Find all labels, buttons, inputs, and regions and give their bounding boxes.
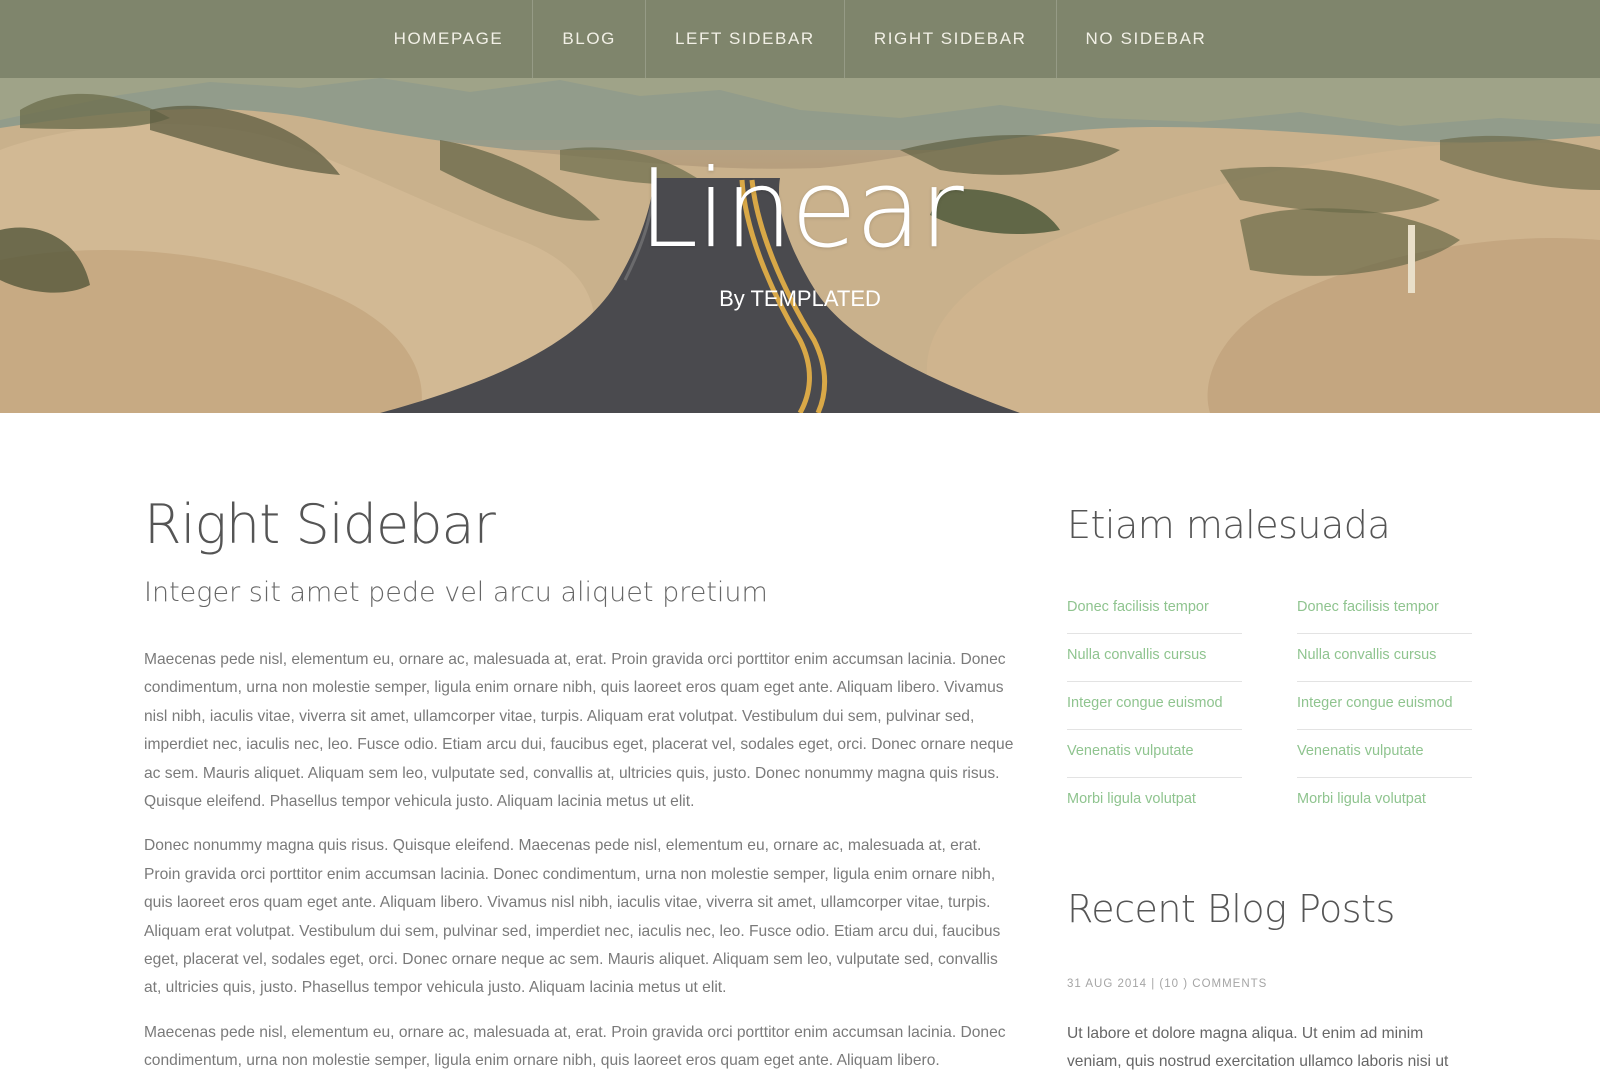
article-body: Maecenas pede nisl, elementum eu, ornare… [144, 646, 1014, 1076]
recent-posts-heading: Recent Blog Posts [1067, 887, 1395, 931]
nav-blog[interactable]: BLOG [533, 0, 646, 78]
page-subtitle: Integer sit amet pede vel arcu aliquet p… [144, 577, 768, 608]
site-title: Linear [638, 147, 964, 272]
sidebar-link[interactable]: Donec facilisis tempor [1067, 586, 1242, 634]
page-title: Right Sidebar [144, 493, 496, 556]
paragraph-1: Maecenas pede nisl, elementum eu, ornare… [144, 651, 1014, 811]
sidebar-link[interactable]: Venenatis vulputate [1067, 730, 1242, 778]
paragraph-2: Donec nonummy magna quis risus. Quisque … [144, 837, 1001, 997]
post-excerpt: Ut labore et dolore magna aliqua. Ut eni… [1067, 1025, 1449, 1070]
sidebar-link-column-2: Donec facilisis tempor Nulla convallis c… [1297, 586, 1472, 826]
site-byline: By TEMPLATED [719, 286, 881, 311]
nav-no-sidebar[interactable]: NO SIDEBAR [1057, 0, 1236, 78]
sidebar-link[interactable]: Donec facilisis tempor [1297, 586, 1472, 634]
nav-left-sidebar[interactable]: LEFT SIDEBAR [646, 0, 845, 78]
right-sidebar: Etiam malesuada Donec facilisis tempor N… [1067, 490, 1472, 1076]
hero-banner: HOMEPAGE BLOG LEFT SIDEBAR RIGHT SIDEBAR… [0, 0, 1600, 413]
sidebar-link[interactable]: Integer congue euismod [1067, 682, 1242, 730]
main-nav: HOMEPAGE BLOG LEFT SIDEBAR RIGHT SIDEBAR… [0, 0, 1600, 78]
sidebar-link[interactable]: Nulla convallis cursus [1297, 634, 1472, 682]
nav-homepage[interactable]: HOMEPAGE [365, 0, 534, 78]
sidebar-link[interactable]: Integer congue euismod [1297, 682, 1472, 730]
sidebar-link[interactable]: Venenatis vulputate [1297, 730, 1472, 778]
sidebar-link-column-1: Donec facilisis tempor Nulla convallis c… [1067, 586, 1242, 826]
post-meta: 31 AUG 2014 | (10 ) COMMENTS [1067, 978, 1268, 990]
paragraph-3: Maecenas pede nisl, elementum eu, ornare… [144, 1023, 1006, 1070]
sidebar-link[interactable]: Morbi ligula volutpat [1297, 778, 1472, 826]
main-content: Right Sidebar Integer sit amet pede vel … [144, 490, 1014, 1080]
sidebar-heading: Etiam malesuada [1067, 503, 1391, 547]
sidebar-link[interactable]: Morbi ligula volutpat [1067, 778, 1242, 826]
nav-right-sidebar[interactable]: RIGHT SIDEBAR [845, 0, 1057, 78]
sidebar-link-grid: Donec facilisis tempor Nulla convallis c… [1067, 586, 1472, 826]
sidebar-link[interactable]: Nulla convallis cursus [1067, 634, 1242, 682]
